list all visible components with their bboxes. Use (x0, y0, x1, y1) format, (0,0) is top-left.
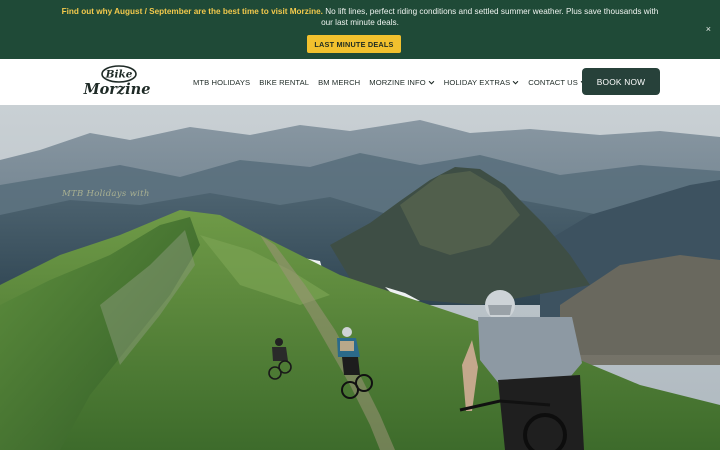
mountain-landscape-illustration (0, 105, 720, 450)
site-header: Bike Morzine MTB HOLIDAYS BIKE RENTAL BM… (0, 59, 720, 105)
nav-item-label: MTB HOLIDAYS (193, 77, 251, 87)
logo-graphic: Bike Morzine (83, 65, 151, 98)
nav-item-bm-merch[interactable]: BM MERCH (318, 78, 360, 87)
announcement-bar: Find out why August / September are the … (0, 0, 720, 59)
nav-item-contact-us[interactable]: CONTACT US (528, 78, 587, 87)
nav-item-mtb-holidays[interactable]: MTB HOLIDAYS (193, 78, 250, 87)
announcement-highlight-link[interactable]: Find out why August / September are the … (62, 7, 323, 16)
chevron-down-icon (428, 80, 435, 85)
logo-line2: Morzine (83, 81, 151, 98)
announcement-text: Find out why August / September are the … (60, 6, 660, 28)
last-minute-deals-button[interactable]: LAST MINUTE DEALS (307, 35, 401, 53)
close-icon[interactable]: × (706, 24, 711, 34)
chevron-down-icon (512, 80, 519, 85)
nav-item-label: CONTACT US (528, 77, 578, 87)
nav-item-bike-rental[interactable]: BIKE RENTAL (259, 78, 309, 87)
bike-morzine-logo[interactable]: Bike Morzine (79, 64, 155, 100)
main-nav: MTB HOLIDAYS BIKE RENTAL BM MERCH MORZIN… (193, 59, 596, 105)
logo-line1: Bike (105, 69, 133, 81)
hero-image: MTB Holidays with (0, 105, 720, 450)
announcement-body: No lift lines, perfect riding conditions… (321, 7, 659, 27)
nav-item-label: BM MERCH (318, 77, 361, 87)
book-now-button[interactable]: BOOK NOW (582, 68, 660, 95)
nav-item-label: MORZINE INFO (369, 77, 426, 87)
nav-item-label: HOLIDAY EXTRAS (443, 77, 511, 87)
nav-item-morzine-info[interactable]: MORZINE INFO (369, 77, 435, 87)
hero-overlay-text: MTB Holidays with (62, 189, 150, 199)
nav-item-holiday-extras[interactable]: HOLIDAY EXTRAS (444, 78, 520, 87)
nav-item-label: BIKE RENTAL (259, 77, 310, 87)
